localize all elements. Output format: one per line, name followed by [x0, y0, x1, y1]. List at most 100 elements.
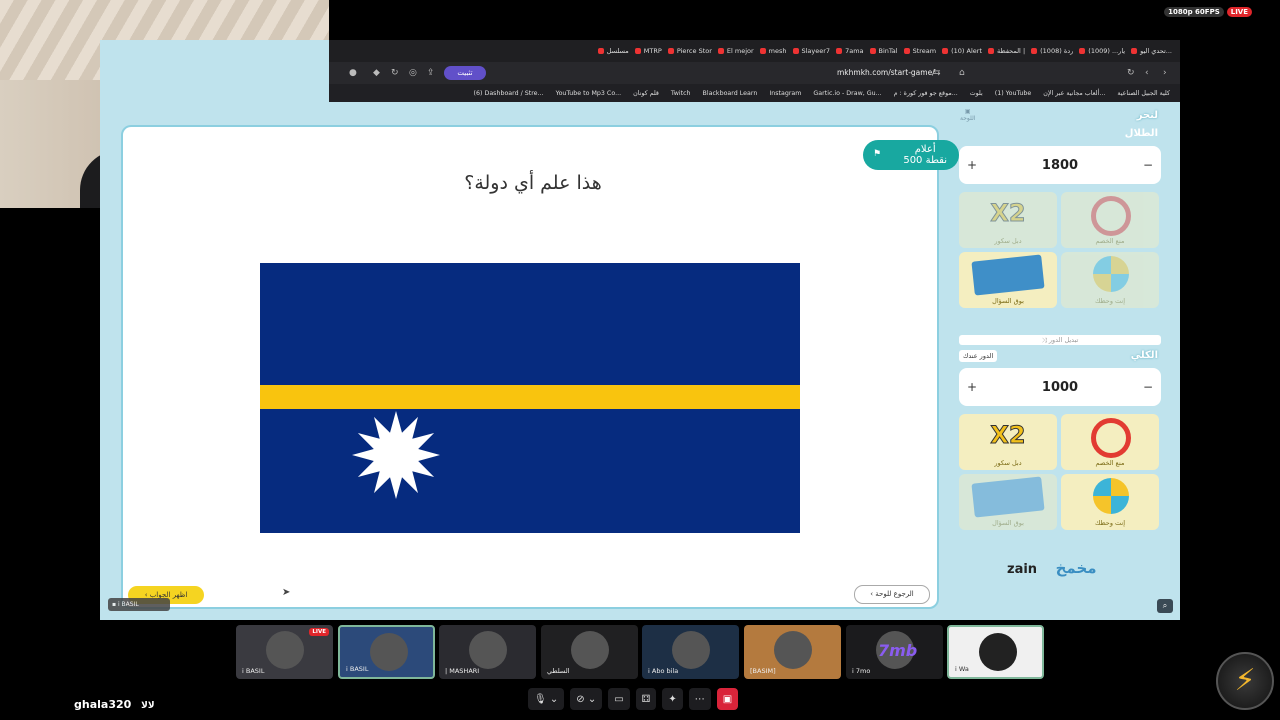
bookmark-item[interactable]: Twitch [671, 90, 691, 97]
browser-tab[interactable]: يار... (1009) [1079, 47, 1125, 55]
mkhmkh-logo: مخمخ [1055, 559, 1097, 577]
url-text[interactable]: mkhmkh.com/start-game/ [837, 68, 935, 77]
cards-aid[interactable]: بوق السؤال [959, 474, 1057, 530]
participant-name: i Abo bila [648, 667, 679, 675]
sponsor-logos: zain مخمخ [1007, 559, 1097, 577]
address-bar[interactable]: ● ◆ ↻ ◎ ⇪ تثبيت mkhmkh.com/start-game/ ⇆… [329, 62, 1180, 84]
browser-tab[interactable]: Stream [903, 47, 936, 55]
participant-tile[interactable]: | MASHARI [439, 625, 536, 679]
reload-mini-icon[interactable]: ↻ [391, 68, 399, 78]
team1-aids: X2 دبل سكور منع الخصم بوق السؤال إنت وحظك [959, 192, 1161, 308]
extension-icon[interactable]: ● [349, 68, 357, 78]
tab-favicon-icon [836, 48, 843, 54]
back-to-board-button[interactable]: ‹ الرجوع للوحة [854, 585, 930, 604]
reload-icon[interactable]: ↻ [1127, 68, 1135, 78]
browser-tab[interactable]: تحدي اليو... [1131, 47, 1172, 55]
avatar-text: 7mb [878, 641, 918, 660]
category-badge: ⚑ أعلام 500 نقطة [863, 140, 959, 170]
tab-title: (1008) ردة [1040, 47, 1074, 55]
extension-icon-2[interactable]: ◆ [373, 68, 380, 78]
site-settings-icon[interactable]: ⇆ [933, 68, 941, 78]
camera-button[interactable]: ⊘ ⌄ [570, 688, 603, 710]
participant-tile[interactable]: [BASIM] [744, 625, 841, 679]
browser-tab[interactable]: mesh [759, 47, 787, 55]
wheel-aid[interactable]: إنت وحظك [1061, 252, 1159, 308]
share-icon[interactable]: ⇪ [427, 68, 435, 78]
board-link[interactable]: ▣ اللوحة [960, 108, 976, 122]
browser-tab[interactable]: مسلسل [597, 47, 629, 55]
participant-tile[interactable]: i Wa [947, 625, 1044, 679]
cards-icon [971, 476, 1045, 518]
stop-stream-button[interactable]: ▣ [716, 688, 739, 710]
tab-favicon-icon [759, 48, 766, 54]
browser-tab[interactable]: 7ama [836, 47, 864, 55]
browser-tab[interactable]: Slayeer7 [792, 47, 830, 55]
wheel-aid[interactable]: إنت وحظك [1061, 474, 1159, 530]
zoom-icon[interactable]: ⌕ [1157, 599, 1173, 613]
bookmark-item[interactable]: قلم كونان [633, 90, 659, 97]
avatar [774, 631, 812, 669]
switch-turn-button[interactable]: ⤨ تبديل الدور [959, 335, 1161, 345]
participant-tile[interactable]: i BASIL [338, 625, 435, 679]
bookmark-item[interactable]: YouTube to Mp3 Co... [556, 90, 622, 97]
block-aid[interactable]: منع الخصم [1061, 192, 1159, 248]
more-button[interactable]: ⋯ [688, 688, 711, 710]
browser-tab[interactable]: المحفظة | [988, 47, 1025, 55]
team2-minus-button[interactable]: − [1143, 380, 1153, 394]
block-aid[interactable]: منع الخصم [1061, 414, 1159, 470]
x2-aid[interactable]: X2 دبل سكور [959, 192, 1057, 248]
browser-tab[interactable]: El mejor [717, 47, 754, 55]
bookmark-item[interactable]: كلية الجبيل الصناعية [1117, 90, 1170, 97]
team2-aids: X2 دبل سكور منع الخصم بوق السؤال إنت وحظك [959, 414, 1161, 530]
microphone-button[interactable]: 🎙 ⌄ [528, 688, 565, 710]
bookmark-item[interactable]: Instagram [769, 90, 801, 97]
bookmark-item[interactable]: (1) YouTube [995, 90, 1032, 97]
avatar [370, 633, 408, 671]
remote-control-name: i BASIL [117, 601, 139, 608]
x2-aid[interactable]: X2 دبل سكور [959, 414, 1057, 470]
tab-title: BinTal [878, 47, 898, 55]
participant-name: [BASIM] [750, 667, 776, 675]
participant-name: i 7mo [852, 667, 871, 675]
bookmark-item[interactable]: موقع جو فور كورة : م... [894, 90, 958, 97]
browser-tab[interactable]: MTRP [634, 47, 662, 55]
cards-aid[interactable]: بوق السؤال [959, 252, 1057, 308]
tab-favicon-icon [717, 48, 724, 54]
activities-button[interactable]: ⚃ [635, 688, 657, 710]
participant-name: i Wa [955, 665, 969, 673]
soundboard-button[interactable]: ✦ [662, 688, 683, 710]
report-flag-icon[interactable]: ⚑ [873, 149, 881, 159]
participant-name: i BASIL [346, 665, 369, 673]
install-button[interactable]: تثبيت [444, 66, 486, 80]
participant-tile[interactable]: 7mb i 7mo [846, 625, 943, 679]
participant-tile[interactable]: LIVE i BASIL [236, 625, 333, 679]
bookmark-item[interactable]: (6) Dashboard / Stre... [474, 90, 544, 97]
eye-icon[interactable]: ◎ [409, 68, 417, 78]
avatar [979, 633, 1017, 671]
team1-name: لنحر [1136, 110, 1158, 121]
bookmark-icon[interactable]: ⌂ [959, 68, 965, 78]
bookmark-item[interactable]: بلوت [970, 90, 983, 97]
forward-icon[interactable]: › [1163, 68, 1167, 78]
participant-tile[interactable]: السلطي [541, 625, 638, 679]
bookmark-item[interactable]: ألعاب مجانية عبر الإن... [1043, 90, 1105, 97]
browser-tab[interactable]: BinTal [869, 47, 898, 55]
team1-minus-button[interactable]: − [1143, 158, 1153, 172]
team1-plus-button[interactable]: + [967, 158, 977, 172]
back-icon[interactable]: ‹ [1145, 68, 1149, 78]
team1-sub: الطلال [1124, 128, 1158, 139]
aid-label: إنت وحظك [1094, 297, 1126, 305]
team1-score-box: + 1800 − [959, 146, 1161, 184]
participant-tile[interactable]: i Abo bila [642, 625, 739, 679]
team2-score: 1000 [1041, 379, 1079, 395]
browser-tab[interactable]: (10) Alert [942, 47, 982, 55]
lightning-icon[interactable]: ⚡ [1216, 652, 1274, 710]
browser-tab[interactable]: Pierce Stor [667, 47, 712, 55]
bookmark-item[interactable]: Gartic.io - Draw, Gu... [813, 90, 881, 97]
tab-favicon-icon [942, 48, 949, 54]
team2-plus-button[interactable]: + [967, 380, 977, 394]
screen-share-button[interactable]: ▭ [608, 688, 630, 710]
bookmark-item[interactable]: Blackboard Learn [703, 90, 758, 97]
browser-tab[interactable]: (1008) ردة [1031, 47, 1073, 55]
user-tag: ﻻﻻ [141, 701, 155, 711]
